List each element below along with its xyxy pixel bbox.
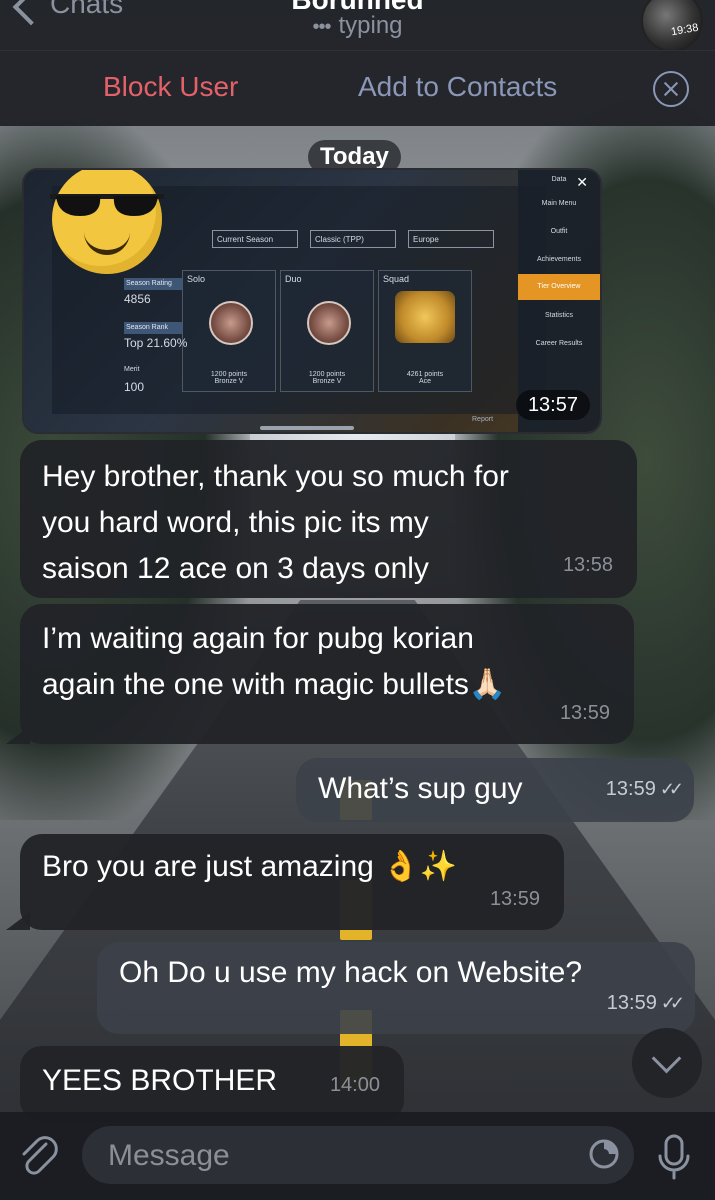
season-dropdown: Current Season	[212, 230, 298, 248]
message-field[interactable]	[82, 1126, 634, 1184]
message-bubble-incoming[interactable]: I’m waiting again for pubg korian again …	[20, 604, 634, 744]
attach-icon[interactable]	[16, 1134, 60, 1178]
mode-dropdown: Classic (TPP)	[310, 230, 396, 248]
report-link: Report	[472, 416, 494, 423]
block-user-button[interactable]: Block User	[103, 71, 238, 103]
region-dropdown: Europe	[408, 230, 494, 248]
photo-message[interactable]: Current Season Classic (TPP) Europe Solo…	[22, 168, 602, 434]
message-time: 13:59	[605, 778, 656, 800]
message-text: Hey brother, thank you so much for you h…	[42, 460, 509, 585]
close-icon[interactable]	[653, 71, 689, 107]
message-time: 13:59	[489, 888, 540, 910]
bronze-badge-icon	[307, 301, 351, 345]
chat-status: ••• typing	[312, 12, 403, 39]
chevron-down-icon	[651, 1043, 682, 1074]
sticker-icon[interactable]	[588, 1138, 620, 1170]
close-icon: ✕	[576, 174, 588, 190]
message-text: Bro you are just amazing 👌✨	[42, 850, 457, 883]
message-text: Oh Do u use my hack on Website?	[119, 956, 583, 989]
avatar[interactable]: 19:38	[641, 0, 703, 52]
message-time: 14:00	[329, 1074, 380, 1096]
bronze-badge-icon	[209, 301, 253, 345]
message-time: 13:59	[559, 702, 610, 724]
double-check-icon: ✓✓	[659, 779, 684, 799]
typing-dots-icon: •••	[312, 16, 331, 38]
message-bubble-incoming[interactable]: Bro you are just amazing 👌✨ 13:59	[20, 834, 564, 930]
squad-tier-card: Squad 4261 points Ace	[378, 270, 472, 392]
action-bar: Block User Add to Contacts	[0, 50, 715, 126]
message-time: 13:57	[515, 390, 590, 420]
message-bubble-outgoing[interactable]: What’s sup guy 13:59 ✓✓	[296, 758, 694, 822]
season-rank-value: Top 21.60%	[124, 336, 188, 350]
message-status: 13:59 ✓✓	[606, 980, 685, 1026]
message-bubble-incoming[interactable]: YEES BROTHER 14:00	[20, 1046, 404, 1122]
message-composer	[0, 1112, 715, 1200]
season-rating-label: Season Rating	[124, 278, 182, 290]
sunglasses-emoji	[50, 170, 164, 274]
avatar-stamp: 19:38	[670, 21, 700, 39]
season-rank-label: Season Rank	[124, 322, 182, 334]
sunglasses-icon	[50, 194, 164, 216]
chat-header: Chats Boruhhed •••typing 19:38	[0, 0, 715, 52]
message-bubble-incoming[interactable]: Hey brother, thank you so much for you h…	[20, 440, 637, 598]
solo-tier-card: Solo 1200 points Bronze V	[182, 270, 276, 392]
duo-tier-card: Duo 1200 points Bronze V	[280, 270, 374, 392]
message-input[interactable]	[106, 1136, 570, 1176]
microphone-icon[interactable]	[652, 1132, 696, 1182]
message-status: 13:59 ✓✓	[605, 766, 684, 812]
merit-value: 100	[124, 380, 145, 394]
message-time: 13:59	[606, 992, 657, 1014]
ace-badge-icon	[395, 291, 455, 343]
merit-label: Merit	[124, 366, 140, 373]
add-to-contacts-button[interactable]: Add to Contacts	[358, 71, 557, 103]
message-bubble-outgoing[interactable]: Oh Do u use my hack on Website? 13:59 ✓✓	[97, 942, 695, 1034]
message-time: 13:58	[562, 554, 613, 576]
double-check-icon: ✓✓	[660, 993, 685, 1013]
message-text: I’m waiting again for pubg korian again …	[42, 622, 507, 701]
season-rating-value: 4856	[124, 292, 151, 306]
scroll-to-bottom-button[interactable]	[632, 1028, 702, 1098]
